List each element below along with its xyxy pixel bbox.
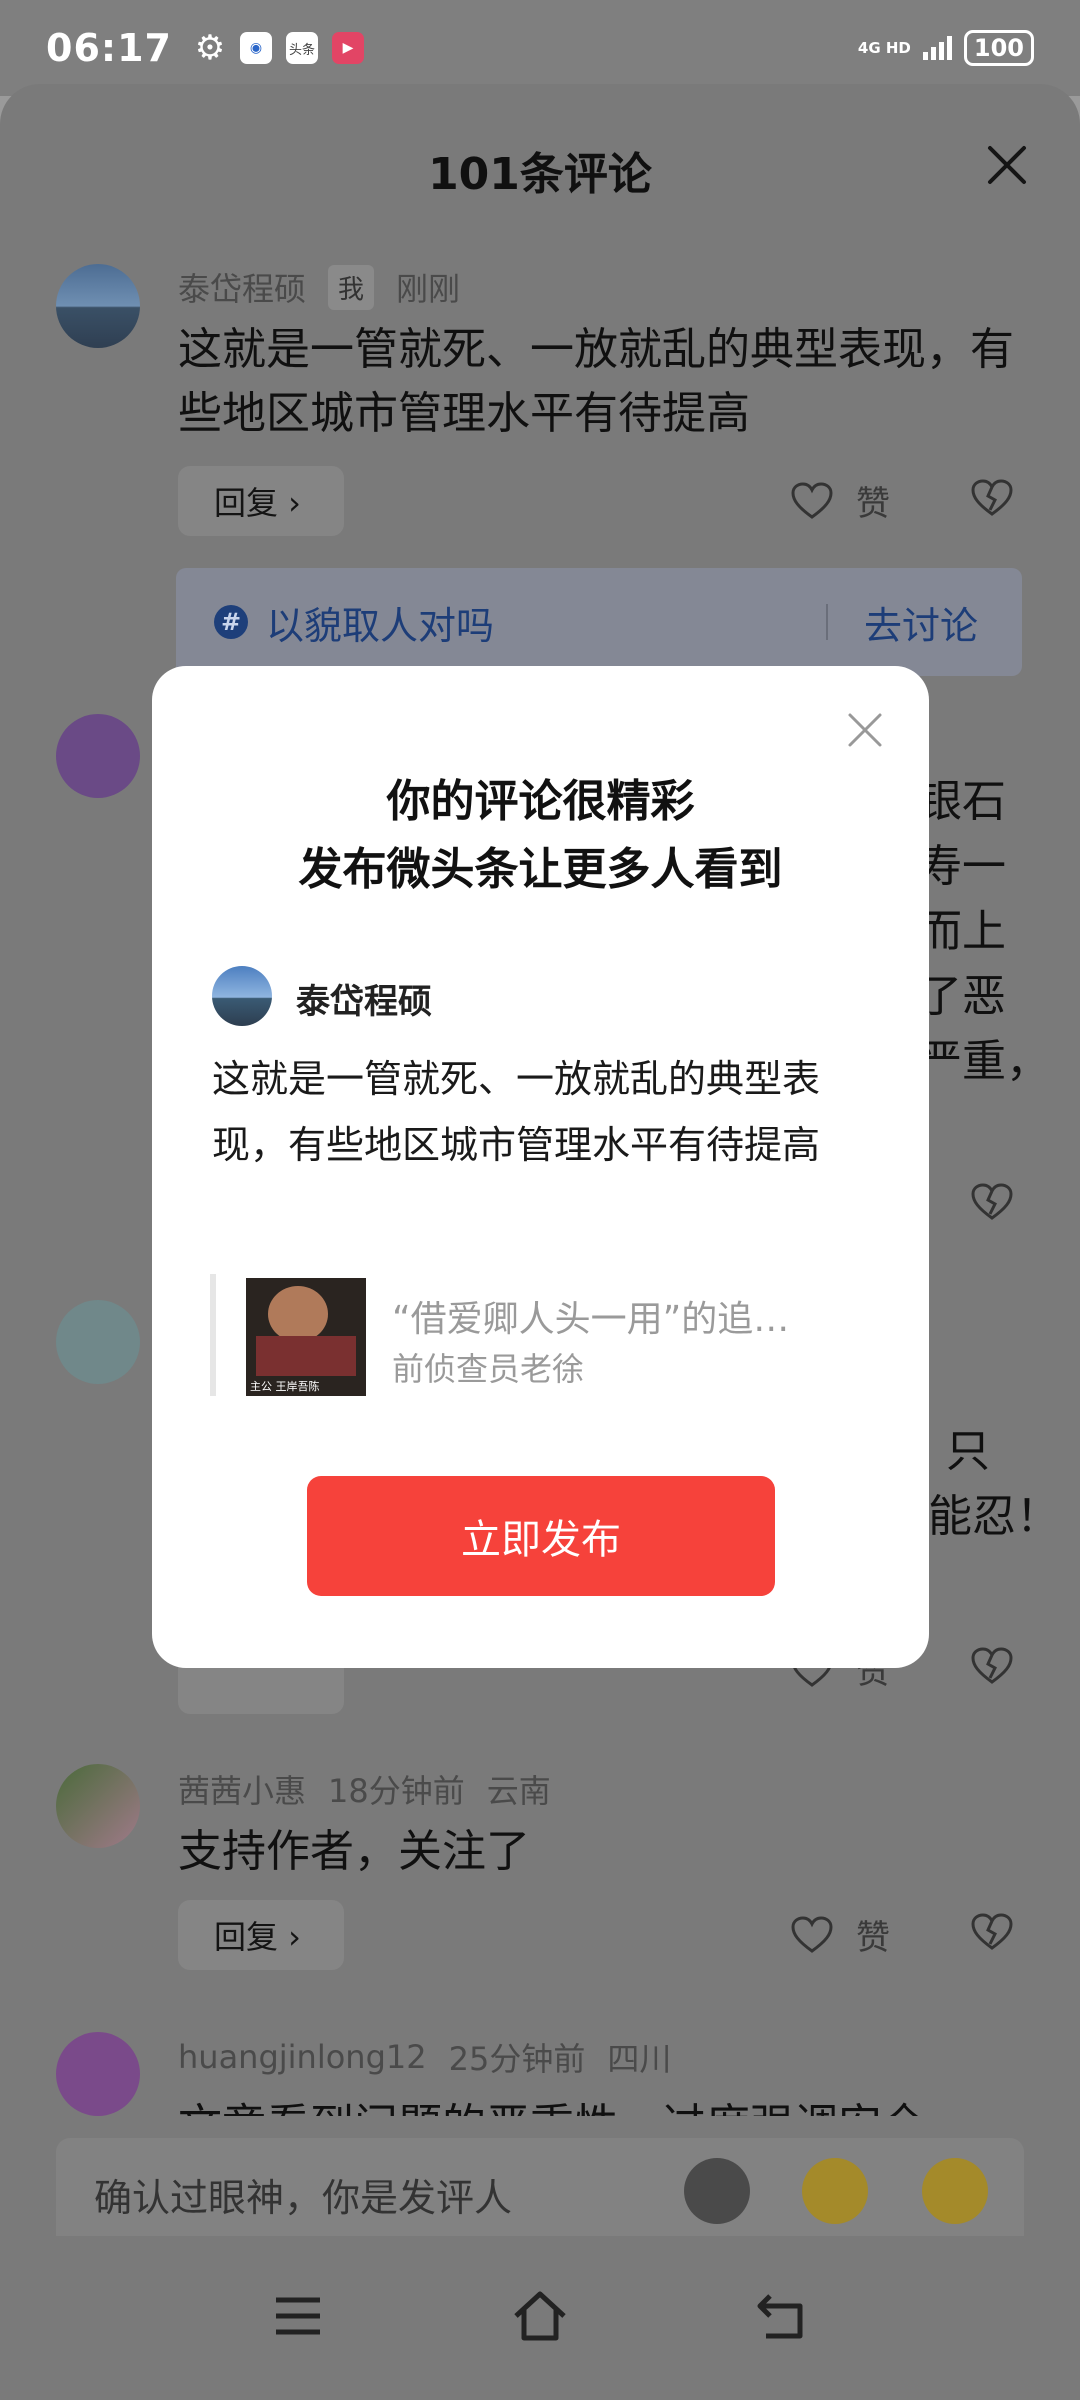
- dialog-user-name: 泰岱程硕: [296, 982, 432, 1022]
- me-badge: 我: [328, 264, 375, 310]
- comment-fragment: 能忍！: [928, 1491, 1060, 1542]
- crying-emoji-icon[interactable]: [922, 2158, 988, 2224]
- avatar[interactable]: [56, 1300, 140, 1384]
- comment-location: 四川: [607, 2040, 672, 2078]
- dialog-title-line1: 你的评论很精彩: [386, 776, 695, 827]
- reply-button[interactable]: 回复 ›: [178, 1900, 344, 1970]
- article-thumbnail: 主公 王岸吾陈: [246, 1278, 366, 1396]
- close-icon[interactable]: [847, 712, 883, 748]
- like-button[interactable]: 赞: [790, 476, 890, 525]
- battery-level: 100: [963, 30, 1034, 66]
- browser-app-icon: ◉: [239, 32, 272, 64]
- reply-button[interactable]: 回复 ›: [178, 466, 344, 536]
- avatar[interactable]: [56, 264, 140, 348]
- comment-fragment: 严重，: [918, 1036, 1050, 1087]
- comment-user[interactable]: huangjinlong12: [178, 2038, 427, 2076]
- discuss-button[interactable]: 去讨论: [864, 595, 978, 650]
- heart-icon: [791, 481, 833, 519]
- like-label: 赞: [856, 484, 890, 524]
- broken-heart-icon[interactable]: [970, 478, 1014, 518]
- avatar: [212, 966, 272, 1026]
- avatar[interactable]: [56, 714, 140, 798]
- network-label: 4G HD: [857, 39, 911, 57]
- status-bar: 06:17 ⚙ ◉ 头条 ▶ 4G HD 100: [0, 0, 1080, 96]
- dialog-title: 你的评论很精彩 发布微头条让更多人看到: [152, 768, 929, 904]
- comment-user[interactable]: 茜茜小惠: [178, 1766, 306, 1812]
- signal-icon: [922, 36, 952, 60]
- publish-now-button[interactable]: 立即发布: [307, 1476, 775, 1596]
- comment-meta: 泰岱程硕 我 刚刚: [178, 264, 460, 310]
- comment-user[interactable]: 泰岱程硕: [178, 264, 306, 310]
- comment-time: 刚刚: [396, 270, 461, 308]
- comment-time: 18分钟前: [328, 1772, 465, 1810]
- comment-fragment: 只: [946, 1426, 990, 1477]
- dialog-comment-text: 这就是一管就死、一放就乱的典型表现，有些地区城市管理水平有待提高: [212, 1057, 821, 1167]
- topic-text: 以貌取人对吗: [266, 603, 495, 648]
- like-label: 赞: [856, 1918, 890, 1958]
- comment-meta: 茜茜小惠 18分钟前 云南: [178, 1766, 551, 1812]
- comment-text: 支持作者，关注了: [178, 1826, 530, 1877]
- publish-dialog: 你的评论很精彩 发布微头条让更多人看到 泰岱程硕 这就是一管就死、一放就乱的典型…: [152, 666, 929, 1668]
- quoted-article[interactable]: 主公 王岸吾陈 “借爱卿人头一用”的追… 前侦查员老徐: [210, 1274, 870, 1396]
- thumbnail-caption: 主公 王岸吾陈: [250, 1380, 320, 1393]
- comment-fragment: 银石: [918, 776, 1006, 827]
- comment-time: 25分钟前: [448, 2040, 586, 2078]
- toutiao-app-icon: 头条: [285, 32, 318, 64]
- video-app-icon: ▶: [331, 32, 364, 64]
- close-icon[interactable]: [984, 142, 1030, 188]
- article-author: 前侦查员老徐: [392, 1350, 585, 1388]
- home-icon[interactable]: [510, 2286, 570, 2346]
- dog-emoji-icon[interactable]: [684, 2158, 750, 2224]
- system-nav-bar: [0, 2236, 1080, 2400]
- avatar[interactable]: [56, 2032, 140, 2116]
- comment-text: 这就是一管就死、一放就乱的典型表现，有些地区城市管理水平有待提高: [178, 324, 1014, 439]
- topic-card[interactable]: # 以貌取人对吗 去讨论: [176, 568, 1022, 676]
- comment-location: 云南: [486, 1772, 551, 1810]
- status-right: 4G HD 100: [858, 30, 1034, 66]
- comment-text: 文章看到问题的严重性，过度强调安全: [178, 2094, 1028, 2116]
- comment-fragment: 寿一: [918, 841, 1006, 892]
- like-button[interactable]: 赞: [790, 1910, 890, 1959]
- comment-fragment: 了恶: [918, 971, 1006, 1022]
- divider: [826, 604, 828, 640]
- comment-input-placeholder: 确认过眼神，你是发评人: [94, 2175, 513, 2220]
- dialog-title-line2: 发布微头条让更多人看到: [298, 844, 783, 895]
- broken-heart-icon[interactable]: [970, 1912, 1014, 1952]
- heart-icon: [791, 1915, 833, 1953]
- back-icon[interactable]: [752, 2286, 812, 2346]
- status-notification-icons: ⚙ ◉ 头条 ▶: [194, 28, 364, 68]
- comment-input[interactable]: 确认过眼神，你是发评人: [56, 2138, 1024, 2250]
- comment-fragment: 而上: [918, 906, 1006, 957]
- menu-icon[interactable]: [268, 2286, 328, 2346]
- sheet-title: 101条评论: [428, 149, 652, 200]
- broken-heart-icon[interactable]: [970, 1646, 1014, 1686]
- hashtag-icon: #: [214, 605, 248, 639]
- status-time: 06:17: [46, 26, 172, 70]
- article-title: “借爱卿人头一用”的追…: [392, 1299, 790, 1340]
- comment-meta: huangjinlong12 25分钟前 四川: [178, 2034, 671, 2080]
- broken-heart-icon[interactable]: [970, 1182, 1014, 1222]
- gear-icon: ⚙: [194, 28, 226, 68]
- sunglasses-emoji-icon[interactable]: [802, 2158, 868, 2224]
- avatar[interactable]: [56, 1764, 140, 1848]
